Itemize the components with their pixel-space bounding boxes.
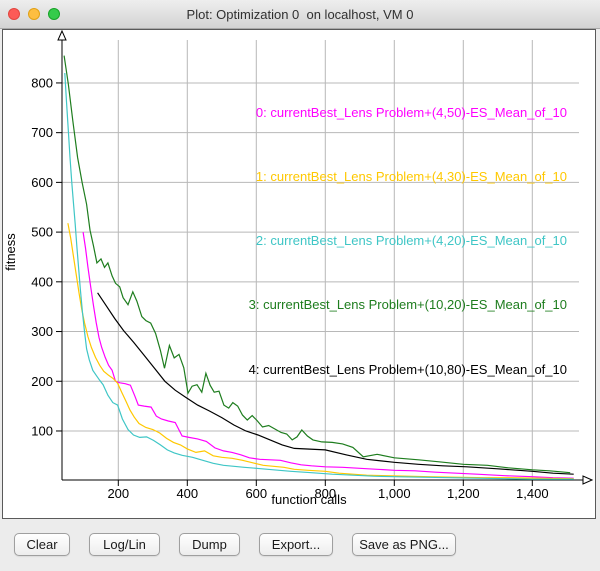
legend-entry-0: 0: currentBest_Lens Problem+(4,50)-ES_Me… xyxy=(249,102,567,123)
legend-entry-1: 1: currentBest_Lens Problem+(4,30)-ES_Me… xyxy=(249,166,567,187)
save-as-png-button[interactable]: Save as PNG... xyxy=(352,533,456,556)
window-controls xyxy=(8,8,60,20)
title-bar: Plot: Optimization 0 on localhost, VM 0 xyxy=(0,0,600,29)
x-axis-arrow-icon xyxy=(583,476,592,484)
y-tick-label: 600 xyxy=(31,175,53,190)
y-tick-label: 100 xyxy=(31,423,53,438)
y-tick-label: 800 xyxy=(31,75,53,90)
log-lin-button[interactable]: Log/Lin xyxy=(89,533,160,556)
x-tick-label: 1,200 xyxy=(447,486,480,501)
close-button[interactable] xyxy=(8,8,20,20)
legend-entry-2: 2: currentBest_Lens Problem+(4,20)-ES_Me… xyxy=(249,230,567,251)
legend: 0: currentBest_Lens Problem+(4,50)-ES_Me… xyxy=(249,59,567,423)
zoom-button[interactable] xyxy=(48,8,60,20)
x-tick-label: 200 xyxy=(107,486,129,501)
x-tick-label: 1,000 xyxy=(378,486,411,501)
clear-button[interactable]: Clear xyxy=(14,533,70,556)
dump-button[interactable]: Dump xyxy=(179,533,240,556)
window-title: Plot: Optimization 0 on localhost, VM 0 xyxy=(187,7,414,22)
y-tick-label: 200 xyxy=(31,374,53,389)
y-tick-label: 500 xyxy=(31,225,53,240)
y-tick-label: 700 xyxy=(31,125,53,140)
legend-entry-4: 4: currentBest_Lens Problem+(10,80)-ES_M… xyxy=(249,359,567,380)
x-tick-label: 400 xyxy=(176,486,198,501)
y-tick-label: 400 xyxy=(31,274,53,289)
button-bar: Clear Log/Lin Dump Export... Save as PNG… xyxy=(0,519,600,571)
y-tick-label: 300 xyxy=(31,324,53,339)
y-axis-arrow-icon xyxy=(58,31,66,40)
minimize-button[interactable] xyxy=(28,8,40,20)
x-axis-label: function calls xyxy=(271,492,347,507)
plot-panel: 200 400 600 800 1,000 1,200 1,400 100 200 300 400 5… xyxy=(2,29,596,519)
x-tick-label: 600 xyxy=(245,486,267,501)
legend-entry-3: 3: currentBest_Lens Problem+(10,20)-ES_M… xyxy=(249,294,567,315)
export-button[interactable]: Export... xyxy=(259,533,333,556)
x-tick-label: 1,400 xyxy=(516,486,549,501)
y-axis-label: fitness xyxy=(3,233,18,271)
